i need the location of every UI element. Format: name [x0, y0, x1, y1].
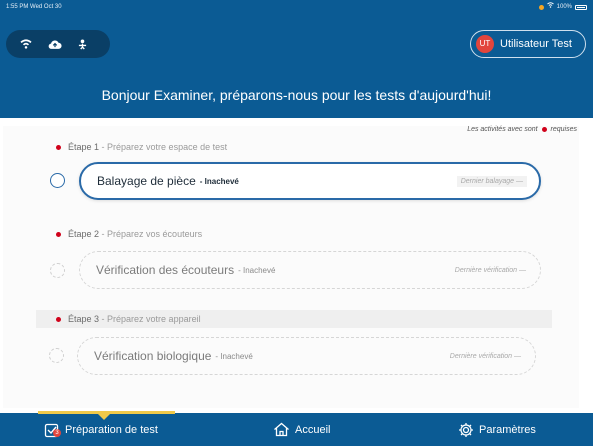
status-time: 1:55 PM Wed Oct 30 — [6, 4, 62, 10]
step-3-separator: - — [99, 314, 108, 324]
notification-badge: 3 — [53, 428, 61, 437]
task-status: - Inachevé — [215, 351, 253, 361]
tab-test-preparation[interactable]: 3 Préparation de test — [44, 413, 158, 446]
task-biometric-check-button[interactable]: Vérification biologique - Inachevé Derni… — [77, 337, 536, 375]
task-name: Vérification des écouteurs — [96, 263, 235, 277]
step-3-title: Étape 3 - Préparez votre appareil — [56, 314, 201, 324]
legend-suffix: requises — [550, 126, 577, 133]
step-1-separator: - — [99, 142, 108, 152]
task-name: Vérification biologique — [94, 349, 212, 363]
task-last-run: Dernière vérification — — [449, 352, 521, 360]
task-last-run: Dernière vérification — — [454, 266, 526, 274]
task-headphones-check-button[interactable]: Vérification des écouteurs - Inachevé De… — [79, 251, 541, 289]
gear-icon — [458, 422, 479, 438]
task-status: - Inachevé — [238, 265, 276, 275]
required-legend: Les activités avec sont requises — [467, 126, 577, 133]
task-name: Balayage de pièce — [97, 174, 196, 188]
required-dot-icon — [541, 126, 547, 132]
required-dot-icon — [56, 145, 61, 150]
required-dot-icon — [56, 317, 61, 322]
task-last-run: Dernier balayage — — [456, 175, 527, 187]
greeting-title: Bonjour Examiner, préparons-nous pour le… — [101, 87, 492, 103]
tab-label: Paramètres — [479, 423, 536, 436]
battery-label: 100% — [556, 4, 572, 10]
avatar: UT — [476, 35, 494, 53]
step-3-label: Étape 3 — [68, 314, 100, 324]
step-2-separator: - — [99, 229, 108, 239]
step-2-label: Étape 2 — [68, 229, 100, 239]
tab-settings[interactable]: Paramètres — [458, 413, 536, 446]
status-bar: 1:55 PM Wed Oct 30 100% — [0, 0, 593, 14]
header: 1:55 PM Wed Oct 30 100% UT Utilisateur T… — [0, 0, 593, 118]
cloud-upload-icon — [48, 39, 62, 50]
person-icon — [78, 39, 87, 50]
wifi-status-icon — [546, 0, 554, 14]
step-1-title: Étape 1 - Préparez votre espace de test — [56, 142, 228, 152]
step-2-title: Étape 2 - Préparez vos écouteurs — [56, 229, 203, 239]
step-3-radio[interactable] — [49, 348, 64, 363]
checklist-icon: 3 — [44, 422, 65, 438]
step-3-description: Préparez votre appareil — [107, 314, 201, 324]
wifi-icon — [20, 39, 32, 49]
user-name: Utilisateur Test — [500, 38, 572, 50]
task-status: - Inachevé — [199, 176, 239, 186]
step-2-description: Préparez vos écouteurs — [107, 229, 203, 239]
tab-home[interactable]: Accueil — [273, 413, 330, 446]
connection-status-pill[interactable] — [6, 30, 110, 58]
home-icon — [273, 422, 295, 437]
legend-prefix: Les activités avec sont — [467, 126, 538, 133]
task-room-scan-button[interactable]: Balayage de pièce - Inachevé Dernier bal… — [79, 162, 541, 200]
user-menu-button[interactable]: UT Utilisateur Test — [470, 30, 586, 58]
required-dot-icon — [56, 232, 61, 237]
status-indicators: 100% — [538, 0, 587, 14]
step-1-description: Préparez votre espace de test — [107, 142, 228, 152]
battery-icon — [575, 4, 587, 10]
step-1-radio[interactable] — [50, 173, 65, 188]
tab-label: Préparation de test — [65, 423, 158, 436]
step-1-label: Étape 1 — [68, 142, 100, 152]
tab-label: Accueil — [295, 423, 331, 436]
location-dot-icon — [538, 4, 544, 10]
step-2-radio[interactable] — [50, 263, 65, 278]
